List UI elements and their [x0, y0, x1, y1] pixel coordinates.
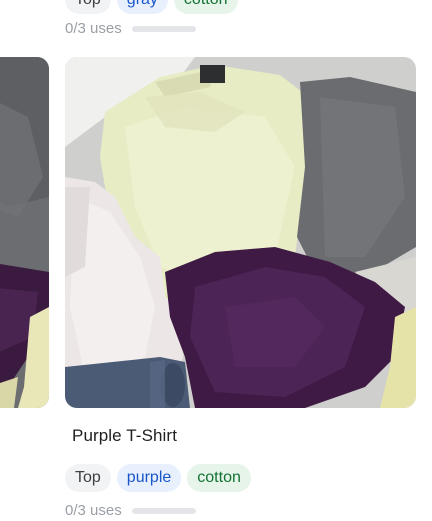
item-usage: 0/3 uses [65, 502, 196, 519]
tag-color[interactable]: purple [116, 464, 182, 492]
previous-card-tags: Top gray cotton [65, 0, 238, 14]
usage-label: 0/3 uses [65, 20, 122, 37]
item-photo[interactable] [65, 57, 416, 408]
tag-type[interactable]: Top [65, 464, 111, 492]
clothes-photo [65, 57, 416, 408]
usage-progress-bar [131, 25, 196, 32]
tag-material[interactable]: cotton [173, 0, 238, 14]
previous-card: Top gray cotton 0/3 uses [0, 0, 432, 50]
item-tags: Top purple cotton [65, 464, 251, 492]
tag-material[interactable]: cotton [187, 464, 251, 492]
clothes-photo [0, 57, 49, 408]
item-title: Purple T-Shirt [72, 426, 178, 445]
tag-color[interactable]: gray [116, 0, 168, 14]
previous-card-usage: 0/3 uses [65, 20, 196, 37]
usage-label: 0/3 uses [65, 502, 122, 519]
usage-progress-bar [131, 507, 196, 514]
neighbor-card-photo[interactable] [0, 57, 49, 408]
tag-type[interactable]: Top [65, 0, 111, 14]
